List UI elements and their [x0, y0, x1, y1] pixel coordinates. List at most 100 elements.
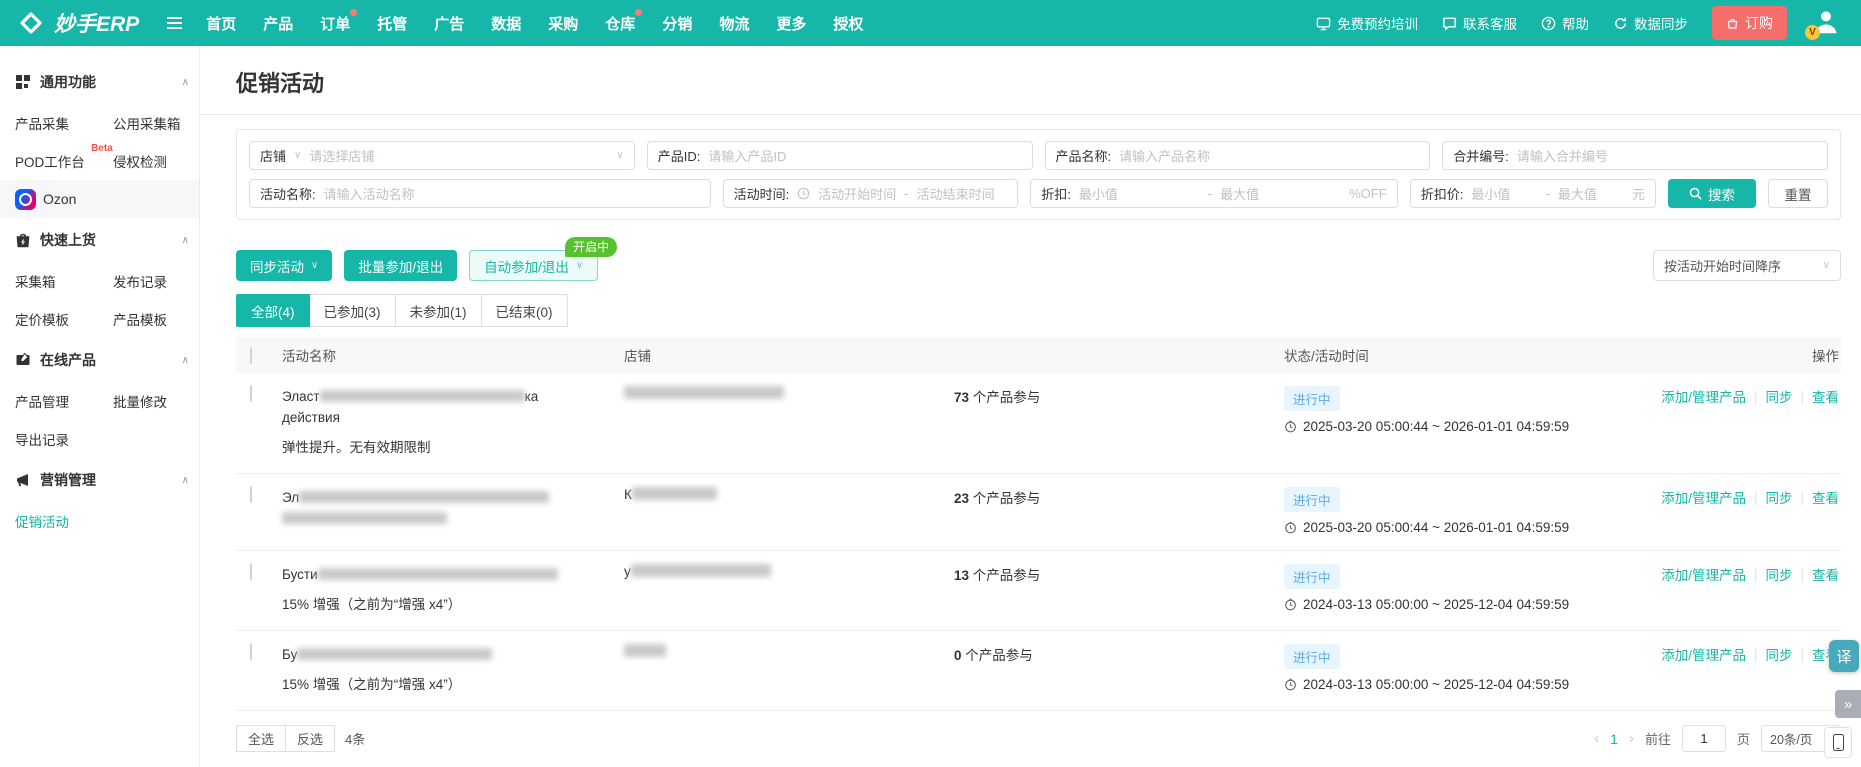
page-number-input[interactable] [1681, 725, 1726, 752]
translate-button[interactable]: 译 [1829, 640, 1859, 672]
activity-name-placeholder: 请输入活动名称 [323, 187, 415, 202]
sidebar-links-online: 产品管理 批量修改 导出记录 [0, 382, 199, 458]
nav-item-products[interactable]: 产品 [263, 13, 293, 34]
batch-join-exit-button[interactable]: 批量参加/退出 [344, 250, 458, 281]
product-id-input[interactable]: 产品ID: 请输入产品ID [646, 141, 1033, 170]
row-checkbox[interactable] [250, 486, 252, 503]
activity-time-range-picker[interactable]: 活动时间: 活动开始时间 - 活动结束时间 [722, 179, 1019, 208]
tab-joined[interactable]: 已参加(3) [308, 294, 396, 327]
select-all-button[interactable]: 全选 [236, 725, 287, 752]
nav-item-hosting[interactable]: 托管 [377, 13, 407, 34]
tab-ended[interactable]: 已结束(0) [480, 294, 568, 327]
participation-cell: 73 个产品参与 [954, 390, 1041, 405]
select-all-checkbox[interactable] [250, 346, 252, 364]
view-link[interactable]: 查看 [1812, 564, 1839, 584]
sidebar-item-product-template[interactable]: 产品模板 [113, 300, 173, 338]
discount-range-input[interactable]: 折扣: 最小值 - 最大值 %OFF [1030, 179, 1398, 208]
sync-link[interactable]: 同步 [1765, 487, 1792, 507]
reset-button[interactable]: 重置 [1767, 179, 1828, 208]
sidebar-links-general: 产品采集 公用采集箱 POD工作台 Beta 侵权检测 [0, 104, 199, 180]
nav-item-data[interactable]: 数据 [491, 13, 521, 34]
redacted-text [624, 386, 784, 399]
manage-products-link[interactable]: 添加/管理产品 [1661, 564, 1746, 584]
redacted-text [630, 564, 771, 577]
sync-link[interactable]: 同步 [1765, 644, 1792, 664]
participation-cell: 0 个产品参与 [954, 648, 1033, 663]
row-checkbox[interactable] [250, 385, 252, 402]
chevron-up-icon: ∧ [181, 354, 189, 366]
nav-item-purchasing[interactable]: 采购 [548, 13, 578, 34]
manage-products-link[interactable]: 添加/管理产品 [1661, 386, 1746, 406]
sidebar-item-publish-records[interactable]: 发布记录 [113, 262, 173, 300]
invert-selection-button[interactable]: 反选 [285, 725, 336, 752]
discount-min-placeholder: 最小值 [1078, 187, 1118, 202]
nav-item-logistics[interactable]: 物流 [719, 13, 749, 34]
app-logo[interactable]: 妙手ERP [16, 8, 139, 38]
sidebar-item-promotions[interactable]: 促销活动 [15, 502, 75, 540]
sidebar-platform-ozon[interactable]: Ozon [0, 180, 199, 218]
data-sync-link[interactable]: 数据同步 [1613, 13, 1688, 33]
sidebar-section-online-products[interactable]: 在线产品 ∧ [0, 338, 199, 382]
collapse-panel-button[interactable]: » [1835, 690, 1861, 718]
user-avatar[interactable]: V [1805, 7, 1845, 40]
status-tabs: 全部(4) 已参加(3) 未参加(1) 已结束(0) [236, 294, 1841, 327]
mobile-preview-button[interactable] [1824, 727, 1852, 758]
sidebar-section-general[interactable]: 通用功能 ∧ [0, 60, 199, 104]
tab-all[interactable]: 全部(4) [236, 294, 310, 327]
sidebar-item-public-collect-box[interactable]: 公用采集箱 [113, 104, 187, 142]
sidebar-item-batch-edit[interactable]: 批量修改 [113, 382, 173, 420]
next-page-button[interactable]: › [1629, 730, 1634, 747]
shop-cell: y [624, 564, 954, 579]
main-menu: 首页 产品 订单 托管 广告 数据 采购 仓库 分销 物流 更多 授权 [206, 8, 863, 34]
sync-activities-button[interactable]: 同步活动 ∨ [236, 250, 333, 281]
sidebar-item-product-management[interactable]: 产品管理 [15, 382, 75, 420]
view-link[interactable]: 查看 [1812, 386, 1839, 406]
nav-item-more[interactable]: 更多 [776, 13, 806, 34]
shop-select[interactable]: 店铺 ∨ 请选择店铺 ∨ [249, 141, 635, 170]
menu-toggle-icon[interactable] [167, 17, 183, 29]
operations-cell: 添加/管理产品 | 同步 | 查看 [1655, 644, 1841, 664]
nav-item-ads[interactable]: 广告 [434, 13, 464, 34]
merge-number-input[interactable]: 合并编号: 请输入合并编号 [1442, 141, 1828, 170]
subscribe-button[interactable]: 订购 [1712, 6, 1787, 40]
view-link[interactable]: 查看 [1812, 487, 1839, 507]
tab-not-joined[interactable]: 未参加(1) [394, 294, 482, 327]
redacted-text [317, 568, 558, 580]
sync-link[interactable]: 同步 [1765, 386, 1792, 406]
nav-item-authorization[interactable]: 授权 [833, 13, 863, 34]
nav-item-distribution[interactable]: 分销 [662, 13, 692, 34]
sidebar-item-pricing-template[interactable]: 定价模板 [15, 300, 75, 338]
help-link[interactable]: 帮助 [1541, 13, 1589, 33]
sidebar-item-export-records[interactable]: 导出记录 [15, 420, 75, 458]
navbar-right: 免费预约培训 联系客服 帮助 数据同步 订购 V [1316, 6, 1845, 40]
sidebar-item-product-collect[interactable]: 产品采集 [15, 104, 75, 142]
sidebar-section-quick-listing[interactable]: 快速上货 ∧ [0, 218, 199, 262]
chevron-up-icon: ∧ [181, 474, 189, 486]
nav-item-warehouse[interactable]: 仓库 [605, 8, 643, 34]
activity-name-input[interactable]: 活动名称: 请输入活动名称 [249, 179, 711, 208]
operations-cell: 添加/管理产品 | 同步 | 查看 [1655, 564, 1841, 584]
redacted-text [319, 390, 525, 402]
prev-page-button[interactable]: ‹ [1594, 730, 1599, 747]
row-checkbox[interactable] [250, 563, 252, 580]
nav-item-home[interactable]: 首页 [206, 13, 236, 34]
sort-order-select[interactable]: 按活动开始时间降序 ∨ [1653, 250, 1841, 281]
discount-price-range-input[interactable]: 折扣价: 最小值 - 最大值 元 [1409, 179, 1656, 208]
sidebar-item-pod-workbench[interactable]: POD工作台 Beta [15, 142, 113, 180]
current-page[interactable]: 1 [1610, 731, 1618, 747]
nav-item-orders[interactable]: 订单 [320, 8, 358, 34]
manage-products-link[interactable]: 添加/管理产品 [1661, 644, 1746, 664]
search-button[interactable]: 搜索 [1667, 179, 1756, 208]
row-checkbox[interactable] [250, 643, 252, 660]
sync-link[interactable]: 同步 [1765, 564, 1792, 584]
end-time-placeholder: 活动结束时间 [916, 187, 995, 202]
manage-products-link[interactable]: 添加/管理产品 [1661, 487, 1746, 507]
activity-name-cell: Бусти 15% 增强（之前为“增强 x4”） [282, 564, 624, 615]
free-training-link[interactable]: 免费预约培训 [1316, 13, 1418, 33]
product-name-input[interactable]: 产品名称: 请输入产品名称 [1044, 141, 1431, 170]
sidebar-item-infringement-check[interactable]: 侵权检测 [113, 142, 173, 180]
sidebar-item-collect-box[interactable]: 采集箱 [15, 262, 62, 300]
sidebar-section-marketing[interactable]: 营销管理 ∧ [0, 458, 199, 502]
contact-support-link[interactable]: 联系客服 [1442, 13, 1517, 33]
auto-join-exit-button[interactable]: 自动参加/退出 ∨ 开启中 [469, 237, 618, 281]
